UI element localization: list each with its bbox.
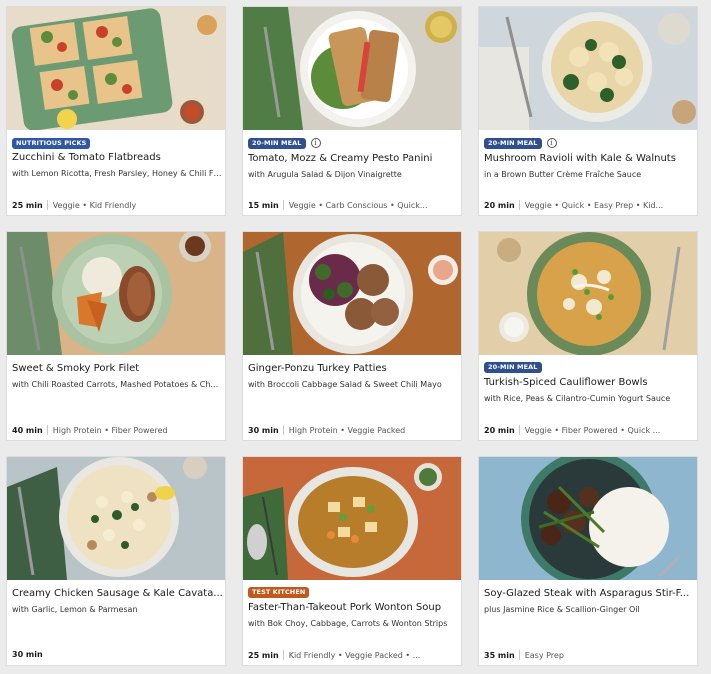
badge-row: 20-MIN MEAL <box>484 361 542 373</box>
recipe-image-flatbreads[interactable] <box>7 7 225 130</box>
divider <box>518 200 520 210</box>
recipe-image-cauliflower-bowls[interactable] <box>479 232 697 355</box>
recipe-meta: 35 min Easy Prep <box>484 650 696 660</box>
info-icon[interactable]: i <box>546 138 557 148</box>
badge-row: NUTRITIOUS PICKS <box>12 137 91 149</box>
recipe-meta: 30 min High Protein • Veggie Packed <box>248 425 460 435</box>
divider <box>518 425 520 435</box>
20-min-meal-badge: 20-MIN MEAL <box>484 137 542 149</box>
cook-time: 25 min <box>248 650 279 660</box>
recipe-card[interactable]: 20-MIN MEAL i Tomato, Mozz & Creamy Pest… <box>242 6 462 216</box>
recipe-tags: Veggie • Kid Friendly <box>52 200 137 210</box>
recipe-tags: Veggie • Carb Conscious • Quick... <box>288 200 428 210</box>
recipe-card[interactable]: 20-MIN MEAL i Mushroom Ravioli with Kale… <box>478 6 698 216</box>
cook-time: 15 min <box>248 200 279 210</box>
recipe-subtitle: plus Jasmine Rice & Scallion-Ginger Oil <box>484 605 640 614</box>
cook-time: 35 min <box>484 650 515 660</box>
recipe-subtitle: in a Brown Butter Crème Fraîche Sauce <box>484 170 642 179</box>
recipe-subtitle: with Rice, Peas & Cilantro-Cumin Yogurt … <box>484 394 671 403</box>
recipe-image-wonton-soup[interactable] <box>243 457 461 580</box>
recipe-title[interactable]: Turkish-Spiced Cauliflower Bowls <box>484 377 696 388</box>
recipe-tags: Veggie • Fiber Powered • Quick ... <box>524 425 661 435</box>
recipe-image-panini[interactable] <box>243 7 461 130</box>
cook-time: 30 min <box>248 425 279 435</box>
cook-time: 25 min <box>12 200 43 210</box>
recipe-title[interactable]: Zucchini & Tomato Flatbreads <box>12 152 224 163</box>
recipe-tags: High Protein • Veggie Packed <box>288 425 406 435</box>
divider <box>282 650 284 660</box>
recipe-meta: 25 min Kid Friendly • Veggie Packed • ..… <box>248 650 460 660</box>
recipe-tags: High Protein • Fiber Powered <box>52 425 168 435</box>
recipe-title[interactable]: Mushroom Ravioli with Kale & Walnuts <box>484 153 696 164</box>
recipe-meta: 25 min Veggie • Kid Friendly <box>12 200 224 210</box>
recipe-title[interactable]: Sweet & Smoky Pork Filet <box>12 363 224 374</box>
recipe-subtitle: with Chili Roasted Carrots, Mashed Potat… <box>12 380 222 389</box>
recipe-title[interactable]: Tomato, Mozz & Creamy Pesto Panini <box>248 153 460 164</box>
20-min-meal-badge: 20-MIN MEAL <box>248 137 306 149</box>
divider <box>282 425 284 435</box>
recipe-tags: Veggie • Quick • Easy Prep • Kid... <box>524 200 664 210</box>
divider <box>282 200 284 210</box>
recipe-tags: Easy Prep <box>524 650 564 660</box>
recipe-subtitle: with Arugula Salad & Dijon Vinaigrette <box>248 170 402 179</box>
badge-row: TEST KITCHEN <box>248 586 310 598</box>
recipe-card[interactable]: Creamy Chicken Sausage & Kale Cavata... … <box>6 456 226 666</box>
20-min-meal-badge: 20-MIN MEAL <box>484 361 542 373</box>
divider <box>46 425 48 435</box>
recipe-subtitle: with Bok Choy, Cabbage, Carrots & Wonton… <box>248 619 448 628</box>
recipe-image-pork-filet[interactable] <box>7 232 225 355</box>
recipe-grid: NUTRITIOUS PICKS Zucchini & Tomato Flatb… <box>0 0 711 674</box>
recipe-card[interactable]: Ginger-Ponzu Turkey Patties with Broccol… <box>242 231 462 441</box>
recipe-subtitle: with Lemon Ricotta, Fresh Parsley, Honey… <box>12 169 222 178</box>
cook-time: 20 min <box>484 200 515 210</box>
recipe-meta: 15 min Veggie • Carb Conscious • Quick..… <box>248 200 460 210</box>
recipe-meta: 40 min High Protein • Fiber Powered <box>12 425 224 435</box>
recipe-title[interactable]: Creamy Chicken Sausage & Kale Cavata... <box>12 588 224 599</box>
recipe-title[interactable]: Soy-Glazed Steak with Asparagus Stir-F..… <box>484 588 696 599</box>
recipe-card[interactable]: 20-MIN MEAL Turkish-Spiced Cauliflower B… <box>478 231 698 441</box>
recipe-title[interactable]: Faster-Than-Takeout Pork Wonton Soup <box>248 602 460 613</box>
recipe-title[interactable]: Ginger-Ponzu Turkey Patties <box>248 363 460 374</box>
recipe-image-cavatappi[interactable] <box>7 457 225 580</box>
recipe-image-ravioli[interactable] <box>479 7 697 130</box>
info-icon[interactable]: i <box>310 138 321 148</box>
cook-time: 30 min <box>12 650 43 659</box>
recipe-meta: 30 min <box>12 650 224 659</box>
recipe-meta: 20 min Veggie • Fiber Powered • Quick ..… <box>484 425 696 435</box>
cook-time: 40 min <box>12 425 43 435</box>
recipe-meta: 20 min Veggie • Quick • Easy Prep • Kid.… <box>484 200 696 210</box>
recipe-tags: Kid Friendly • Veggie Packed • ... <box>288 650 421 660</box>
divider <box>518 650 520 660</box>
recipe-subtitle: with Garlic, Lemon & Parmesan <box>12 605 138 614</box>
recipe-card[interactable]: NUTRITIOUS PICKS Zucchini & Tomato Flatb… <box>6 6 226 216</box>
recipe-card[interactable]: Sweet & Smoky Pork Filet with Chili Roas… <box>6 231 226 441</box>
divider <box>46 200 48 210</box>
nutritious-picks-badge: NUTRITIOUS PICKS <box>12 137 91 149</box>
badge-row: 20-MIN MEAL i <box>484 137 557 149</box>
test-kitchen-badge: TEST KITCHEN <box>248 586 310 598</box>
recipe-subtitle: with Broccoli Cabbage Salad & Sweet Chil… <box>248 380 442 389</box>
recipe-image-turkey-patties[interactable] <box>243 232 461 355</box>
badge-row: 20-MIN MEAL i <box>248 137 321 149</box>
recipe-image-soy-glazed-steak[interactable] <box>479 457 697 580</box>
recipe-card[interactable]: TEST KITCHEN Faster-Than-Takeout Pork Wo… <box>242 456 462 666</box>
recipe-card[interactable]: Soy-Glazed Steak with Asparagus Stir-F..… <box>478 456 698 666</box>
cook-time: 20 min <box>484 425 515 435</box>
